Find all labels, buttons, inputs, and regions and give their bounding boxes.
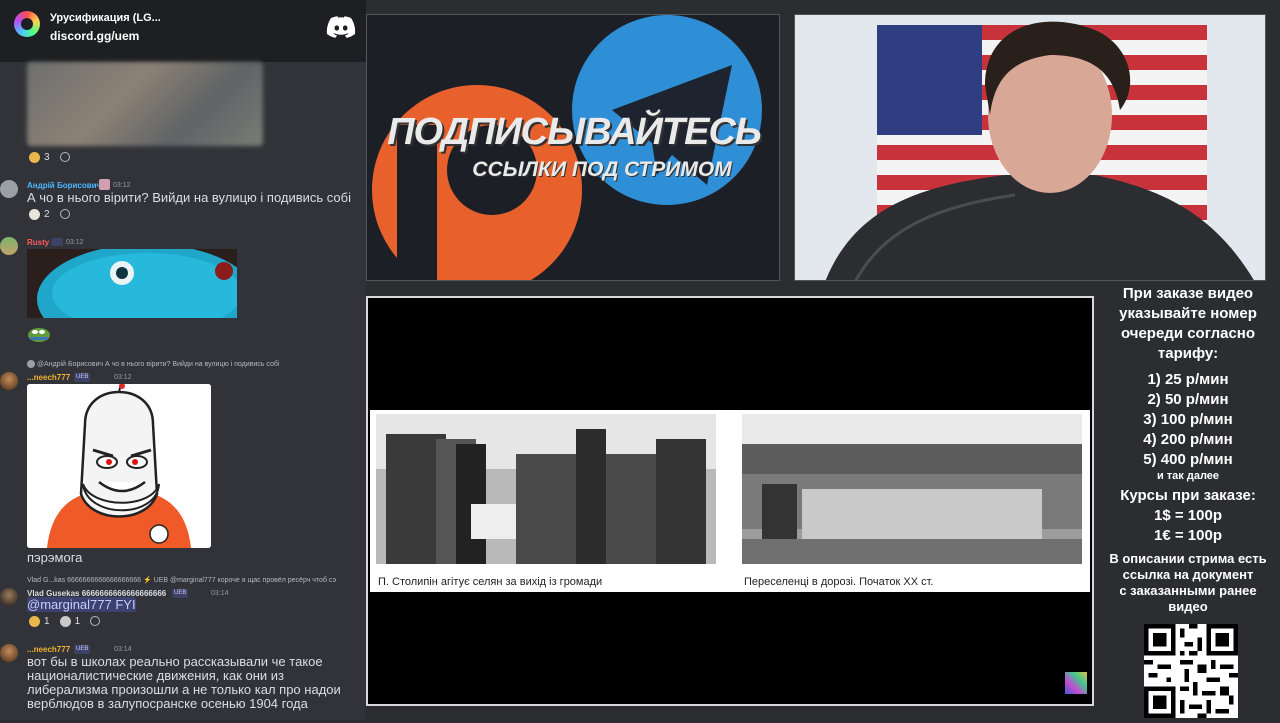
reply-text: @Андрій Борисович А чо в нього вірити? В… [36, 360, 280, 368]
server-header[interactable]: Урусификация (LG... discord.gg/uem [0, 0, 366, 62]
timestamp: 03:12 [114, 374, 132, 381]
add-reaction-icon[interactable] [59, 209, 70, 219]
historic-photo-right [742, 414, 1082, 564]
channel-thumbnail-icon[interactable] [1065, 672, 1087, 694]
textbook-slide: П. Столипін агітує селян за вихід із гро… [370, 410, 1090, 592]
add-reaction-icon[interactable] [90, 616, 101, 626]
photo-stolypin [376, 414, 716, 564]
info-heading-2: указывайте номер [1119, 305, 1257, 322]
attachment-gif[interactable] [27, 249, 237, 318]
tariff-2: 2) 50 р/мин [1147, 391, 1229, 408]
avatar[interactable] [0, 237, 18, 255]
tariff-4: 4) 200 р/мин [1143, 431, 1233, 448]
course-usd: 1$ = 100р [1154, 507, 1222, 524]
attachment-meme-image[interactable] [27, 384, 211, 548]
reply-preview[interactable]: Vlad G...kas 6666666666666666666 ⚡ UEB @… [27, 576, 363, 584]
note-2: ссылка на документ [1122, 567, 1254, 582]
troll-meme-image [27, 384, 211, 548]
user-mention[interactable]: @marginal777 FYI [27, 597, 136, 612]
reaction-count: 1 [44, 615, 50, 627]
cyclops-image [27, 249, 237, 318]
avatar[interactable] [0, 644, 18, 662]
info-heading-1: При заказе видео [1122, 285, 1254, 302]
rocket-emoji-icon[interactable] [59, 615, 71, 627]
tariff-3: 3) 100 р/мин [1143, 411, 1233, 428]
username[interactable]: ...neech777 [27, 373, 70, 382]
username[interactable]: Андрій Борисович [27, 181, 101, 190]
egg-emoji-icon[interactable] [29, 208, 40, 220]
user-badge-icon [99, 179, 110, 190]
caption-right: Переселенці в дорозі. Початок ХХ ст. [744, 576, 934, 588]
reply-avatar [27, 360, 35, 368]
role-badge-icon [51, 238, 63, 246]
reaction-count: 3 [44, 151, 50, 163]
reaction-count: 1 [74, 615, 81, 627]
reaction-row: 3 [29, 149, 70, 165]
timestamp: 03:12 [113, 182, 131, 189]
note-1: В описании стрима есть [1109, 551, 1267, 566]
avatar[interactable] [0, 372, 18, 390]
laugh-emoji-icon[interactable] [29, 151, 40, 163]
historic-photo-left [376, 414, 716, 564]
role-badge: UEB [74, 373, 91, 382]
note-3: с заказанными ранее [1119, 583, 1257, 598]
reply-preview[interactable]: @Андрій Борисович А чо в нього вірити? В… [27, 360, 279, 368]
timestamp: 03:12 [66, 239, 84, 246]
add-reaction-icon[interactable] [59, 152, 70, 162]
pepe-emoji-icon [28, 328, 50, 342]
timestamp: 03:14 [211, 590, 229, 597]
promo-banner: ПОДПИСЫВАЙТЕСЬ ССЫЛКИ ПОД СТРИМОМ [366, 14, 780, 281]
role-badge: UEB [74, 645, 91, 654]
photo-settlers [742, 414, 1082, 564]
reply-text: Vlad G...kas 6666666666666666666 ⚡ UEB @… [27, 577, 337, 584]
donation-info-panel: При заказе видео указывайте номер очеред… [1102, 284, 1274, 615]
server-avatar [14, 11, 40, 37]
server-name: Урусификация (LG... [50, 12, 161, 24]
courses-title: Курсы при заказе: [1120, 487, 1256, 504]
timestamp: 03:14 [114, 646, 132, 653]
message-text: А чо в нього вірити? Вийди на вулицю і п… [27, 190, 351, 205]
qr-code-icon [1144, 624, 1238, 718]
message-text: пэрэмога [27, 550, 83, 565]
note-4: видео [1168, 599, 1208, 614]
message-text: @marginal777 FYI [27, 597, 136, 612]
username[interactable]: ...neech777 [27, 645, 70, 654]
discord-logo-icon [326, 16, 356, 38]
tariff-1: 1) 25 р/мин [1147, 371, 1229, 388]
laugh-emoji-icon[interactable] [29, 615, 40, 627]
promo-subtitle: ССЫЛКИ ПОД СТРИМОМ [472, 158, 732, 181]
attachment-image-blurred[interactable] [27, 62, 263, 146]
promo-title: ПОДПИСЫВАЙТЕСЬ [387, 111, 762, 153]
server-invite-link[interactable]: discord.gg/uem [50, 29, 139, 43]
username[interactable]: Rusty [27, 238, 49, 247]
role-badge: UEB [172, 589, 189, 598]
message-text: вот бы в школах реально рассказывали че … [27, 654, 341, 711]
caption-left: П. Столипін агітує селян за вихід із гро… [378, 576, 603, 588]
avatar[interactable] [0, 588, 18, 606]
info-heading-3: очереди согласно [1120, 325, 1256, 342]
webcam-feed [794, 14, 1266, 281]
tariff-5: 5) 400 р/мин [1143, 451, 1233, 468]
avatar[interactable] [0, 180, 18, 198]
reaction-row: 1 1 [29, 613, 101, 629]
reaction-count: 2 [44, 208, 50, 220]
tariff-etc: и так далее [1156, 470, 1220, 482]
reaction-row: 2 [29, 206, 70, 222]
qr-code[interactable] [1144, 624, 1238, 718]
webcam-image [795, 15, 1265, 280]
video-player[interactable]: П. Столипін агітує селян за вихід із гро… [366, 296, 1094, 706]
course-eur: 1€ = 100р [1154, 527, 1222, 544]
info-heading-4: тарифу: [1157, 345, 1219, 362]
discord-chat-panel: Урусификация (LG... discord.gg/uem 3 Анд… [0, 0, 366, 720]
